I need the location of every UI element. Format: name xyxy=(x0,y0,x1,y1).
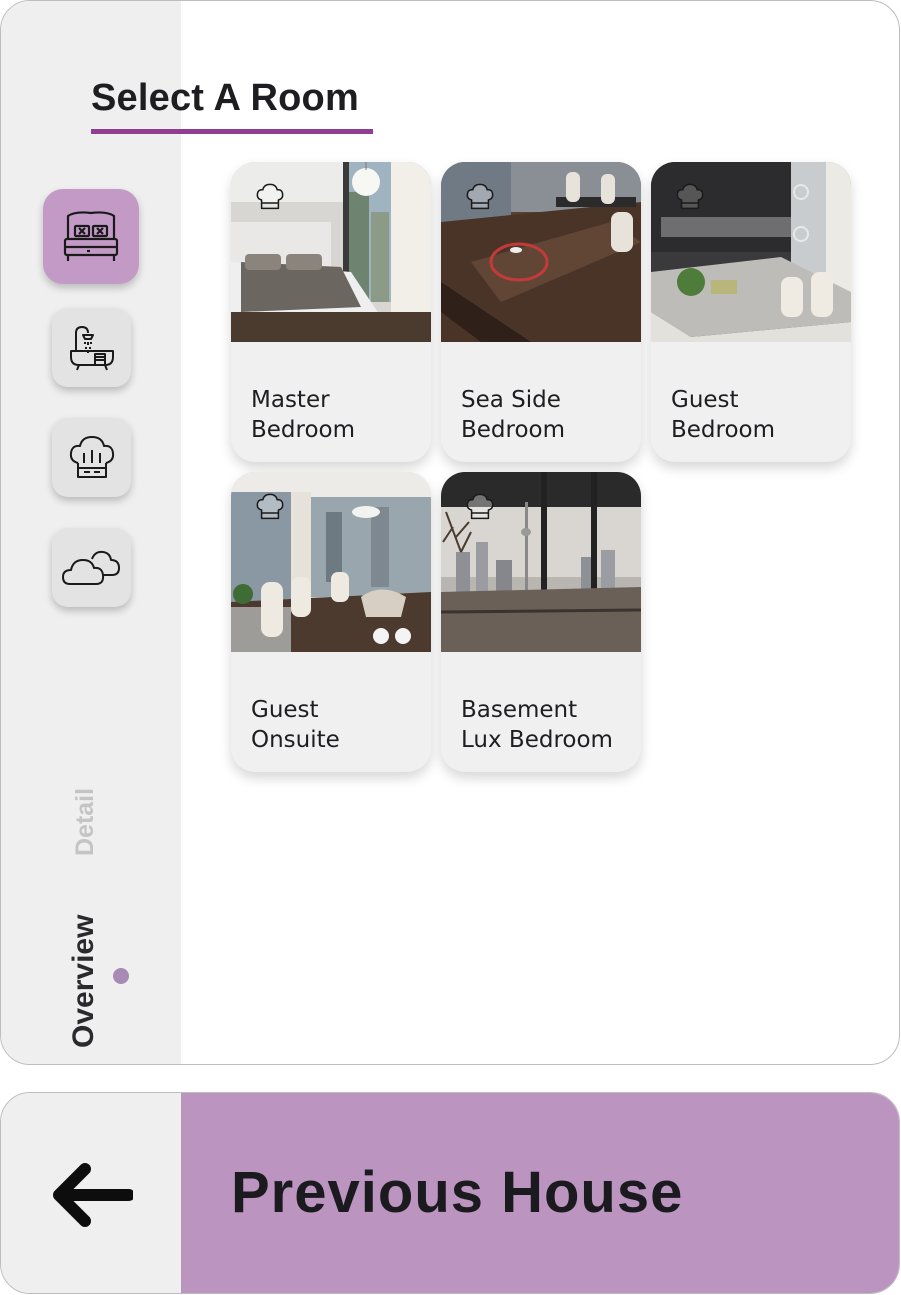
room-name-line2: Bedroom xyxy=(251,417,356,443)
room-name-line1: Basement xyxy=(461,697,578,723)
room-name: Guest Onsuite xyxy=(251,695,340,755)
active-tab-indicator xyxy=(113,968,129,984)
room-name-line2: Onsuite xyxy=(251,727,340,753)
previous-house-button[interactable]: Previous House xyxy=(181,1093,899,1293)
arrow-left-icon xyxy=(49,1161,135,1234)
room-name-line2: Lux Bedroom xyxy=(461,727,613,753)
bed-icon xyxy=(63,210,119,261)
chef-hat-icon xyxy=(255,492,285,527)
category-outdoor-button[interactable] xyxy=(52,528,131,607)
room-name-line2: Bedroom xyxy=(671,417,776,443)
page-title: Select A Room xyxy=(91,77,359,119)
room-card-guest-bedroom[interactable]: Guest Bedroom xyxy=(651,162,851,462)
back-button[interactable] xyxy=(1,1093,181,1293)
category-kitchen-button[interactable] xyxy=(52,418,131,497)
category-bedroom-button[interactable] xyxy=(43,189,139,284)
chef-hat-icon xyxy=(255,182,285,217)
room-name: Guest Bedroom xyxy=(671,385,775,445)
tab-overview[interactable]: Overview xyxy=(67,915,101,1048)
room-name-line1: Guest xyxy=(671,387,739,413)
room-name-line1: Guest xyxy=(251,697,319,723)
room-name: Master Bedroom xyxy=(251,385,355,445)
room-card-sea-side-bedroom[interactable]: Sea Side Bedroom xyxy=(441,162,641,462)
chef-hat-icon xyxy=(69,435,114,478)
chef-hat-icon xyxy=(675,182,705,217)
bathtub-icon xyxy=(69,325,114,370)
chef-hat-icon xyxy=(465,492,495,527)
footer-panel: Previous House xyxy=(0,1092,900,1294)
room-name-line1: Master xyxy=(251,387,330,413)
previous-house-label: Previous House xyxy=(231,1160,684,1225)
room-name-line1: Sea Side xyxy=(461,387,561,413)
room-name: Basement Lux Bedroom xyxy=(461,695,613,755)
room-card-guest-onsuite[interactable]: Guest Onsuite xyxy=(231,472,431,772)
title-underline xyxy=(91,129,373,134)
room-name-line2: Bedroom xyxy=(461,417,566,443)
chef-hat-icon xyxy=(465,182,495,217)
tab-detail[interactable]: Detail xyxy=(71,788,100,856)
room-card-master-bedroom[interactable]: Master Bedroom xyxy=(231,162,431,462)
room-card-basement-lux-bedroom[interactable]: Basement Lux Bedroom xyxy=(441,472,641,772)
room-name: Sea Side Bedroom xyxy=(461,385,565,445)
category-bathroom-button[interactable] xyxy=(52,308,131,387)
cloud-icon xyxy=(61,550,120,585)
room-selection-panel: Select A Room Detail Overview Master Bed… xyxy=(0,0,900,1065)
